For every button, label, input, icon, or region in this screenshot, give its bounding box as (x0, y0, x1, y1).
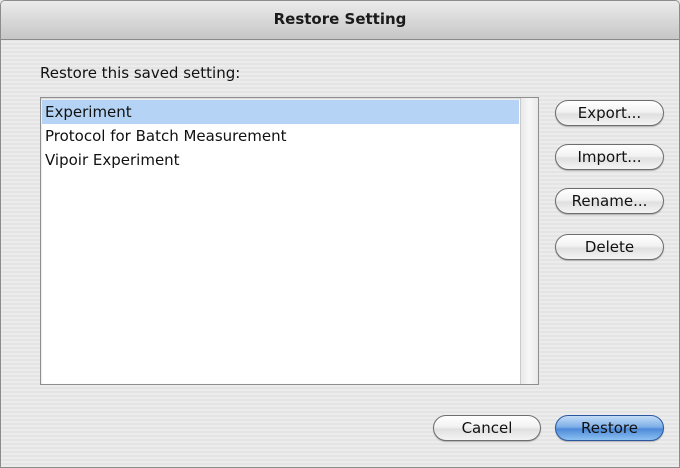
title-bar[interactable]: Restore Setting (1, 1, 679, 40)
restore-setting-dialog: Restore Setting Restore this saved setti… (0, 0, 680, 468)
saved-settings-list[interactable]: Experiment Protocol for Batch Measuremen… (40, 97, 539, 385)
cancel-button[interactable]: Cancel (433, 415, 541, 441)
restore-prompt-label: Restore this saved setting: (40, 64, 241, 82)
rename-button[interactable]: Rename... (555, 188, 664, 214)
list-item-protocol-for-batch-measurement[interactable]: Protocol for Batch Measurement (42, 124, 519, 148)
list-item-experiment[interactable]: Experiment (42, 100, 519, 124)
import-button[interactable]: Import... (555, 144, 664, 170)
delete-button[interactable]: Delete (555, 234, 664, 260)
list-scrollbar[interactable] (520, 98, 538, 384)
dialog-title: Restore Setting (273, 10, 407, 28)
restore-button[interactable]: Restore (555, 415, 664, 441)
export-button[interactable]: Export... (555, 100, 664, 126)
list-item-vipoir-experiment[interactable]: Vipoir Experiment (42, 148, 519, 172)
